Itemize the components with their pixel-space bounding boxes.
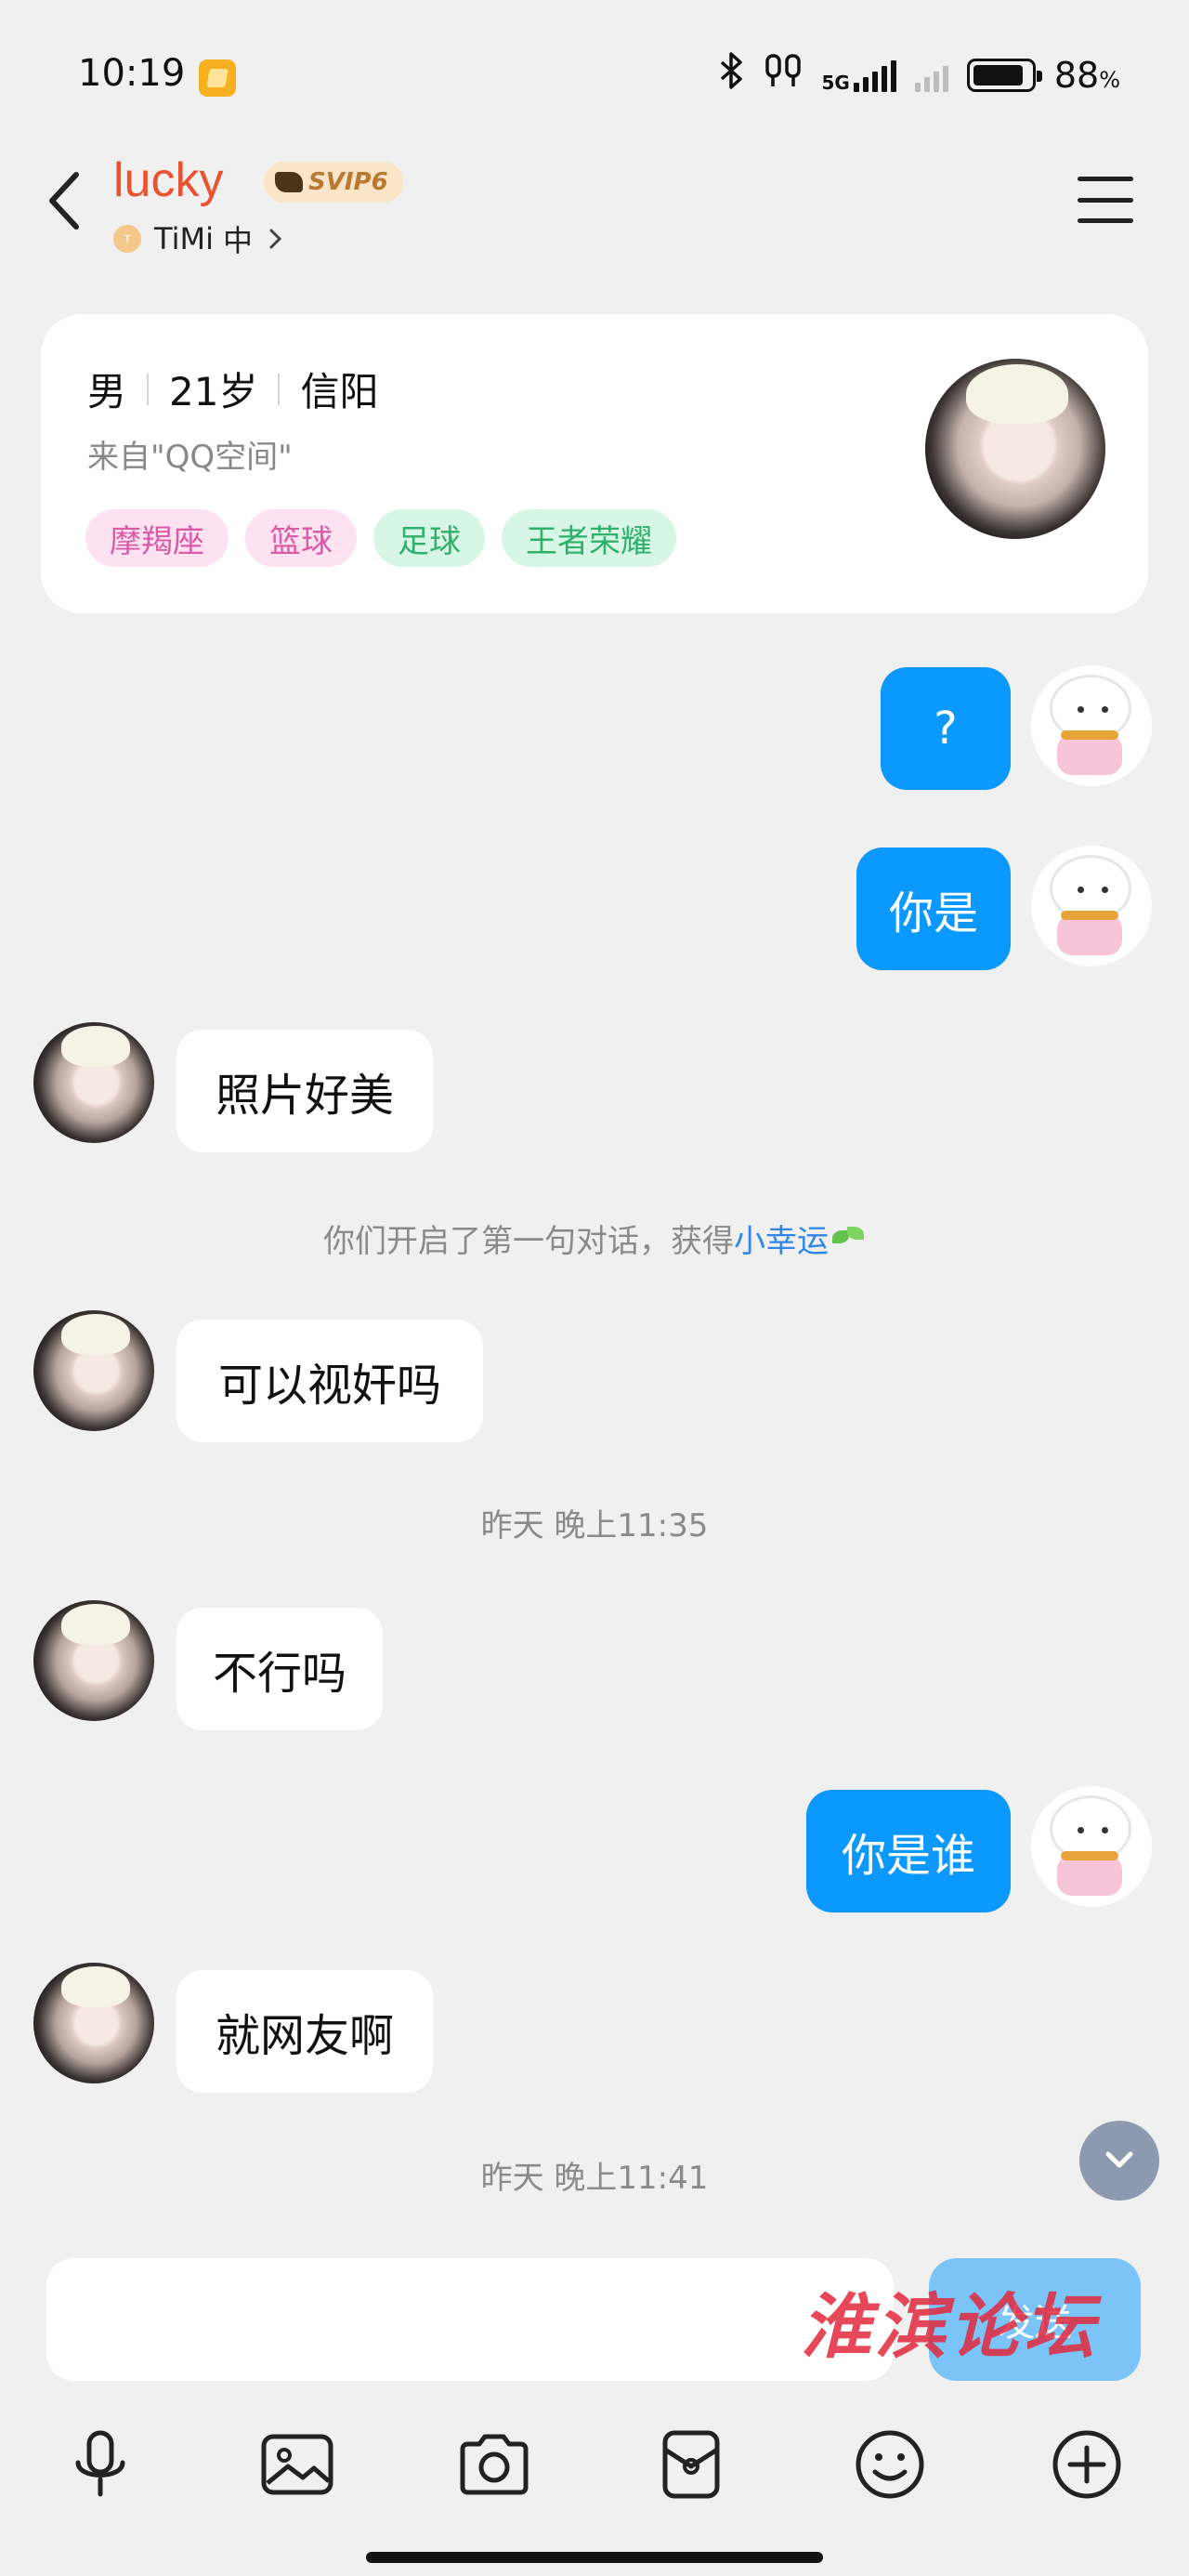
- message-bubble-incoming[interactable]: 就网友啊: [176, 1970, 433, 2093]
- avatar-body: [1057, 914, 1122, 955]
- contact-name[interactable]: lucky: [113, 152, 223, 208]
- input-area: 发送 淮滨论坛: [0, 2238, 1189, 2576]
- profile-city: 信阳: [300, 369, 379, 414]
- divider: [147, 373, 150, 405]
- avatar-eye: [1078, 887, 1084, 893]
- profile-tags: 摩羯座 篮球 足球 王者荣耀: [85, 509, 676, 567]
- first-chat-notice-text: 你们开启了第一句对话，获得: [323, 1223, 734, 1260]
- avatar-eye: [1102, 1827, 1108, 1833]
- game-label: TiMi: [154, 221, 214, 256]
- timi-icon: T: [113, 225, 141, 253]
- red-packet-icon[interactable]: [654, 2427, 728, 2502]
- avatar-scarf: [1061, 911, 1118, 920]
- profile-card[interactable]: 男 21岁 信阳 来自"QQ空间" 摩羯座 篮球 足球 王者荣耀: [41, 314, 1148, 613]
- message-bubble-outgoing[interactable]: 你是谁: [806, 1790, 1011, 1912]
- back-button[interactable]: [39, 164, 95, 238]
- microphone-icon[interactable]: [63, 2427, 137, 2502]
- message-bubble-outgoing[interactable]: ?: [881, 667, 1011, 790]
- avatar-scarf: [1061, 730, 1118, 740]
- notes-app-icon: [199, 59, 236, 97]
- chat-header: lucky SVIP6 T TiMi 中: [0, 139, 1189, 269]
- profile-tag[interactable]: 足球: [373, 509, 485, 567]
- timestamp: 昨天 晚上11:41: [480, 2160, 709, 2197]
- contact-avatar[interactable]: [33, 1963, 154, 2083]
- scroll-to-bottom-button[interactable]: [1079, 2121, 1159, 2201]
- game-status-text: 中: [222, 223, 253, 258]
- input-toolbar: [0, 2414, 1189, 2507]
- contact-avatar[interactable]: [33, 1022, 154, 1143]
- menu-line: [1078, 218, 1133, 223]
- menu-line: [1078, 197, 1133, 203]
- lucky-link[interactable]: 小幸运: [734, 1223, 829, 1260]
- signal-secondary-icon: [914, 59, 948, 92]
- message-bubble-incoming[interactable]: 不行吗: [176, 1608, 383, 1730]
- menu-button[interactable]: [1078, 177, 1133, 223]
- profile-source: 来自"QQ空间": [87, 439, 293, 476]
- message-bubble-incoming[interactable]: 可以视奸吗: [176, 1320, 483, 1442]
- avatar-eye: [1078, 706, 1084, 713]
- status-bar: 10:19 5G 88%: [0, 0, 1189, 139]
- message-input[interactable]: [46, 2258, 894, 2381]
- menu-line: [1078, 177, 1133, 181]
- message-bubble-incoming[interactable]: 照片好美: [176, 1030, 433, 1152]
- chevron-down-icon: [1105, 2151, 1133, 2168]
- self-avatar[interactable]: [1031, 846, 1152, 966]
- divider: [278, 373, 281, 405]
- avatar-eye: [1078, 1827, 1084, 1833]
- earbuds-icon: [764, 52, 803, 98]
- emoji-icon[interactable]: [853, 2427, 927, 2502]
- profile-tag[interactable]: 篮球: [245, 509, 357, 567]
- contact-avatar[interactable]: [33, 1600, 154, 1721]
- signal-primary: 5G: [821, 59, 896, 94]
- network-type: 5G: [821, 71, 850, 94]
- forum-watermark: 淮滨论坛: [801, 2285, 1098, 2368]
- camera-icon[interactable]: [457, 2427, 531, 2502]
- chevron-right-icon: [269, 229, 282, 249]
- profile-tag[interactable]: 王者荣耀: [502, 509, 676, 567]
- plus-icon[interactable]: [1050, 2427, 1124, 2502]
- profile-tag[interactable]: 摩羯座: [85, 509, 229, 567]
- avatar-eye: [1102, 887, 1108, 893]
- self-avatar[interactable]: [1031, 665, 1152, 786]
- image-icon[interactable]: [260, 2427, 334, 2502]
- vip-crown-icon: [275, 172, 303, 192]
- battery-level: 88%: [1053, 54, 1120, 96]
- profile-basic-info: 男 21岁 信阳: [87, 361, 378, 417]
- contact-avatar[interactable]: [33, 1310, 154, 1431]
- home-indicator[interactable]: [366, 2552, 823, 2563]
- vip-badge-label: SVIP6: [308, 168, 388, 196]
- avatar-eye: [1102, 706, 1108, 713]
- game-status[interactable]: T TiMi 中: [113, 217, 284, 260]
- first-chat-notice: 你们开启了第一句对话，获得小幸运: [0, 1216, 1189, 1261]
- bluetooth-icon: [719, 52, 745, 98]
- battery-icon: [966, 58, 1042, 92]
- avatar-scarf: [1061, 1851, 1118, 1860]
- avatar-body: [1057, 734, 1122, 775]
- profile-age: 21岁: [169, 369, 258, 414]
- self-avatar[interactable]: [1031, 1786, 1152, 1907]
- status-time: 10:19: [78, 52, 186, 95]
- status-indicators: 5G 88%: [719, 52, 1120, 98]
- profile-avatar[interactable]: [925, 359, 1105, 539]
- message-bubble-outgoing[interactable]: 你是: [856, 848, 1011, 970]
- avatar-body: [1057, 1855, 1122, 1896]
- profile-gender: 男: [87, 369, 127, 414]
- chevron-left-icon: [49, 172, 79, 230]
- vip-badge[interactable]: SVIP6: [264, 162, 403, 203]
- signal-bars-icon: [853, 59, 896, 92]
- timestamp: 昨天 晚上11:35: [480, 1507, 709, 1544]
- sprout-icon: [829, 1226, 866, 1260]
